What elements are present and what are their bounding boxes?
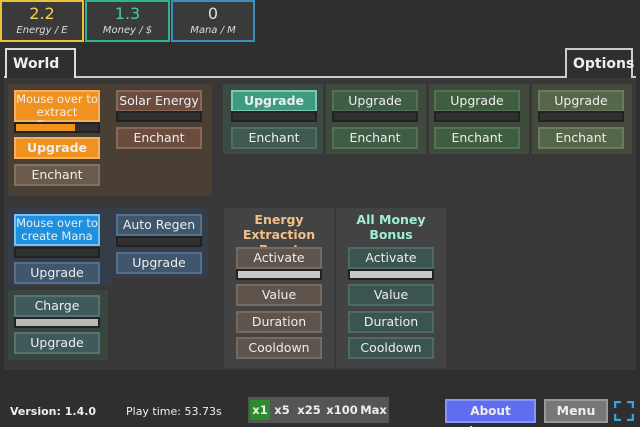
slot-4-progress [538, 111, 624, 122]
slot-2-enchant-button[interactable]: Enchant [332, 127, 418, 149]
energy-boost-duration-button[interactable]: Duration [236, 311, 322, 333]
auto-regen-progress [116, 236, 202, 247]
extract-energy-progress [14, 122, 100, 133]
money-label: Money / $ [102, 25, 153, 36]
energy-boost-progress [236, 269, 322, 280]
version-label: Version: 1.4.0 [10, 405, 97, 418]
multiplier-x100[interactable]: x100 [325, 400, 359, 420]
energy-value: 2.2 [29, 4, 55, 23]
energy-boost-activate-button[interactable]: Activate [236, 247, 322, 269]
energy-upgrade-button[interactable]: Upgrade [14, 137, 100, 159]
money-bonus-title: All Money Bonus [356, 212, 426, 242]
charge-button[interactable]: Charge [14, 295, 100, 317]
tab-world[interactable]: World 1 [5, 48, 76, 102]
auto-regen-button[interactable]: Auto Regen [116, 214, 202, 236]
about-teaser-button[interactable]: About teaser [445, 399, 536, 427]
slot-3-progress [434, 111, 520, 122]
tab-options[interactable]: Options [565, 48, 635, 78]
multiplier-x25[interactable]: x25 [295, 400, 323, 420]
energy-label: Energy / E [16, 25, 68, 36]
slot-2-upgrade-button[interactable]: Upgrade [332, 90, 418, 112]
money-bonus-activate-button[interactable]: Activate [348, 247, 434, 269]
auto-regen-upgrade-button[interactable]: Upgrade [116, 252, 202, 274]
energy-boost-cooldown-button[interactable]: Cooldown [236, 337, 322, 359]
mana-value: 0 [207, 4, 219, 23]
slot-3-enchant-button[interactable]: Enchant [434, 127, 520, 149]
energy-counter: 2.2 Energy / E [0, 0, 84, 42]
menu-button[interactable]: Menu [544, 399, 608, 423]
multiplier-max[interactable]: Max [360, 400, 387, 420]
money-counter: 1.3 Money / $ [85, 0, 170, 42]
create-mana-progress [14, 247, 100, 258]
tab-options-label: Options [573, 56, 635, 72]
solar-energy-button[interactable]: Solar Energy [116, 90, 202, 112]
extract-energy-button[interactable]: Mouse over to extract Energy [14, 90, 100, 132]
energy-enchant-button[interactable]: Enchant [14, 164, 100, 186]
slot-4-upgrade-button[interactable]: Upgrade [538, 90, 624, 112]
money-bonus-cooldown-button[interactable]: Cooldown [348, 337, 434, 359]
multiplier-bar: x1 x5 x25 x100 Max [248, 397, 389, 423]
multiplier-x5[interactable]: x5 [272, 400, 292, 420]
money-bonus-value-button[interactable]: Value [348, 284, 434, 306]
mana-upgrade-button[interactable]: Upgrade [14, 262, 100, 284]
solar-energy-progress [116, 111, 202, 122]
energy-boost-value-button[interactable]: Value [236, 284, 322, 306]
slot-3-upgrade-button[interactable]: Upgrade [434, 90, 520, 112]
slot-1-progress [231, 111, 317, 122]
slot-2-progress [332, 111, 418, 122]
create-mana-button[interactable]: Mouse over to create Mana [14, 214, 100, 246]
charge-upgrade-button[interactable]: Upgrade [14, 332, 100, 354]
mana-label: Mana / M [190, 25, 236, 36]
mana-counter: 0 Mana / M [171, 0, 255, 42]
money-value: 1.3 [114, 4, 141, 23]
money-bonus-progress [348, 269, 434, 280]
multiplier-x1[interactable]: x1 [250, 400, 270, 420]
play-time-label: Play time: 53.73s [126, 405, 222, 418]
charge-progress [14, 317, 100, 328]
fullscreen-icon[interactable] [613, 400, 635, 422]
slot-4-enchant-button[interactable]: Enchant [538, 127, 624, 149]
slot-1-enchant-button[interactable]: Enchant [231, 127, 317, 149]
slot-1-upgrade-button[interactable]: Upgrade [231, 90, 317, 112]
money-bonus-duration-button[interactable]: Duration [348, 311, 434, 333]
tab-world-label: World [13, 56, 60, 72]
solar-enchant-button[interactable]: Enchant [116, 127, 202, 149]
